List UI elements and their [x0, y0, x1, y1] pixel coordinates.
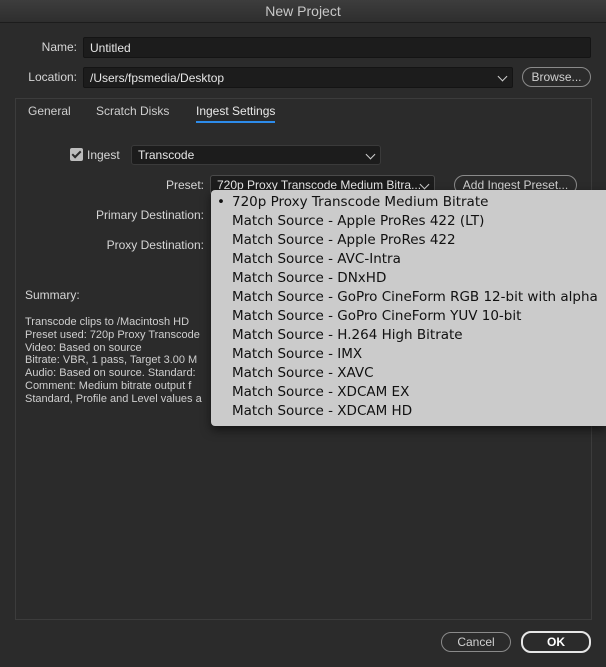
preset-label: Preset:	[165, 178, 204, 192]
preset-menu-item[interactable]: Match Source - GoPro CineForm RGB 12-bit…	[211, 288, 606, 307]
chevron-down-icon	[497, 71, 508, 82]
preset-menu-item-label: Match Source - XAVC	[232, 365, 374, 381]
selected-bullet-icon: •	[217, 194, 225, 210]
cancel-button[interactable]: Cancel	[441, 632, 511, 652]
proxy-destination-label: Proxy Destination:	[106, 238, 204, 252]
preset-menu-item-label: Match Source - XDCAM HD	[232, 403, 413, 419]
ingest-mode-value: Transcode	[138, 148, 195, 162]
preset-menu-item-label: Match Source - XDCAM EX	[232, 384, 410, 400]
preset-menu-item-label: Match Source - Apple ProRes 422	[232, 232, 456, 248]
summary-line: Bitrate: VBR, 1 pass, Target 3.00 M	[25, 354, 198, 367]
preset-menu-item[interactable]: Match Source - XAVC	[211, 364, 606, 383]
location-label: Location:	[28, 70, 77, 84]
summary-line: Comment: Medium bitrate output f	[25, 379, 192, 392]
ok-button[interactable]: OK	[521, 631, 591, 653]
preset-menu-item[interactable]: • 720p Proxy Transcode Medium Bitrate	[211, 193, 606, 212]
preset-menu-item[interactable]: Match Source - H.264 High Bitrate	[211, 326, 606, 345]
preset-menu-item[interactable]: Match Source - DNxHD	[211, 269, 606, 288]
name-label: Name:	[41, 40, 77, 54]
ingest-mode-select[interactable]: Transcode	[131, 145, 381, 165]
preset-menu-item-label: Match Source - GoPro CineForm YUV 10-bit	[232, 308, 522, 324]
summary-text: Transcode clips to /Macintosh HD Preset …	[25, 316, 215, 406]
preset-menu-item-label: Match Source - AVC-Intra	[232, 251, 401, 267]
preset-menu-item-label: 720p Proxy Transcode Medium Bitrate	[232, 194, 489, 210]
window-title: New Project	[0, 0, 606, 23]
location-value: /Users/fpsmedia/Desktop	[90, 71, 225, 85]
preset-dropdown-menu: • 720p Proxy Transcode Medium Bitrate Mat…	[211, 190, 606, 426]
ingest-checkbox[interactable]	[70, 148, 83, 161]
summary-line: Preset used: 720p Proxy Transcode	[25, 328, 200, 341]
preset-menu-item[interactable]: Match Source - XDCAM HD	[211, 402, 606, 421]
preset-menu-item-label: Match Source - GoPro CineForm RGB 12-bit…	[232, 289, 598, 305]
location-select[interactable]: /Users/fpsmedia/Desktop	[83, 67, 513, 88]
primary-destination-label: Primary Destination:	[95, 208, 204, 222]
name-input[interactable]: Untitled	[83, 37, 591, 58]
preset-menu-item-label: Match Source - H.264 High Bitrate	[232, 327, 463, 343]
summary-line: Audio: Based on source. Standard:	[25, 367, 196, 380]
summary-line: Standard, Profile and Level values a	[25, 392, 202, 405]
preset-menu-item[interactable]: Match Source - XDCAM EX	[211, 383, 606, 402]
summary-line: Transcode clips to /Macintosh HD	[25, 316, 190, 328]
preset-menu-item-label: Match Source - Apple ProRes 422 (LT)	[232, 213, 485, 229]
tab-ingest-settings[interactable]: Ingest Settings	[196, 104, 276, 123]
preset-menu-item[interactable]: Match Source - Apple ProRes 422	[211, 231, 606, 250]
chevron-down-icon	[365, 149, 376, 160]
tab-general[interactable]: General	[28, 104, 71, 118]
preset-menu-item[interactable]: Match Source - GoPro CineForm YUV 10-bit	[211, 307, 606, 326]
preset-menu-item[interactable]: Match Source - IMX	[211, 345, 606, 364]
preset-menu-item-label: Match Source - DNxHD	[232, 270, 387, 286]
preset-menu-item-label: Match Source - IMX	[232, 346, 363, 362]
ingest-label: Ingest	[87, 148, 120, 162]
browse-button[interactable]: Browse...	[522, 67, 591, 87]
tab-scratch-disks[interactable]: Scratch Disks	[96, 104, 169, 118]
preset-menu-item[interactable]: Match Source - Apple ProRes 422 (LT)	[211, 212, 606, 231]
preset-menu-item[interactable]: Match Source - AVC-Intra	[211, 250, 606, 269]
summary-line: Video: Based on source	[25, 341, 142, 354]
summary-label: Summary:	[25, 288, 80, 302]
